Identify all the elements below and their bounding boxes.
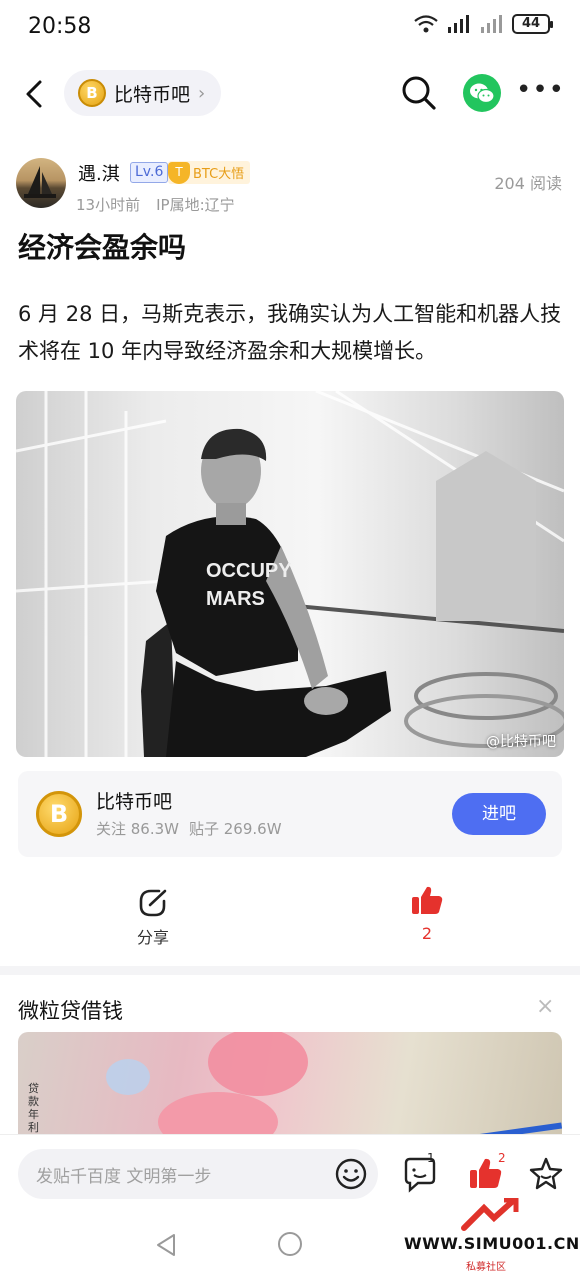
wifi-icon <box>414 15 438 33</box>
forum-card-name: 比特币吧 <box>96 791 173 813</box>
top-nav: B 比特币吧 › ••• <box>0 66 580 122</box>
forum-card-stats: 关注 86.3W 贴子 269.6W <box>96 818 282 839</box>
site-logo-icon <box>461 1198 519 1231</box>
shirt-text-bottom: MARS <box>206 588 265 610</box>
chevron-right-icon: › <box>198 82 206 104</box>
forum-link[interactable]: B 比特币吧 › <box>64 70 222 116</box>
posts-count: 贴子 269.6W <box>189 820 282 838</box>
like-badge: 2 <box>498 1151 506 1165</box>
image-watermark: @比特币吧 <box>486 734 556 750</box>
ad-vertical-text: 贷款年利 <box>28 1082 39 1134</box>
bitcoin-icon: B <box>36 791 82 837</box>
title-badge: T BTC大悟 <box>168 161 251 184</box>
post-title: 经济会盈余吗 <box>18 231 187 264</box>
like-button[interactable]: 2 <box>402 884 452 943</box>
thumbs-up-icon <box>412 886 443 914</box>
comment-placeholder: 发贴千百度 文明第一步 <box>36 1167 212 1187</box>
reply-badge: 1 <box>427 1151 435 1165</box>
back-triangle-icon[interactable] <box>154 1232 178 1258</box>
comment-input[interactable]: 发贴千百度 文明第一步 <box>18 1149 378 1199</box>
share-button[interactable]: 分享 <box>128 888 178 948</box>
like-count: 2 <box>421 924 433 943</box>
title-badge-label: BTC大悟 <box>193 167 245 182</box>
post-time: 13小时前 <box>76 196 141 214</box>
status-bar: 20:58 44 <box>0 0 580 58</box>
signal-icon <box>448 15 469 33</box>
badge-shield-icon: T <box>168 161 190 184</box>
factory-scene-graphic: OCCUPY MARS <box>16 391 564 757</box>
post-image[interactable]: OCCUPY MARS @比特币吧 <box>16 391 564 757</box>
enter-forum-button[interactable]: 进吧 <box>452 793 546 835</box>
ip-location: IP属地:辽宁 <box>156 196 235 214</box>
ad-close-icon[interactable]: × <box>536 994 554 1019</box>
sailboat-avatar-image <box>24 166 56 198</box>
forum-card[interactable]: B 比特币吧 关注 86.3W 贴子 269.6W 进吧 <box>18 771 562 857</box>
signal-2-icon <box>481 15 502 33</box>
ad-graphic <box>106 1032 562 1142</box>
bitcoin-icon: B <box>78 79 106 107</box>
site-watermark-subtitle: 私募社区 <box>466 1262 506 1273</box>
ad-image[interactable]: 贷款年利 <box>18 1032 562 1142</box>
emoji-icon[interactable] <box>334 1157 368 1191</box>
shirt-text-top: OCCUPY <box>206 560 292 582</box>
back-arrow-icon[interactable] <box>20 76 50 112</box>
level-badge: Lv.6 <box>130 162 169 183</box>
site-watermark: WWW.SIMU001.CN <box>404 1234 580 1253</box>
followers-count: 关注 86.3W <box>96 820 179 838</box>
ad-title[interactable]: 微粒贷借钱 <box>18 995 123 1025</box>
wechat-icon <box>470 83 495 104</box>
battery-icon: 44 <box>512 14 553 34</box>
section-divider <box>0 966 580 975</box>
author-name[interactable]: 遇.淇 <box>78 160 120 186</box>
wechat-share-button[interactable] <box>463 74 501 112</box>
share-icon <box>139 889 167 917</box>
share-label: 分享 <box>136 928 169 947</box>
system-indicators: 44 <box>413 14 553 34</box>
post-body: 6 月 28 日，马斯克表示，我确实认为人工智能和机器人技术将在 10 年内导致… <box>18 302 562 363</box>
star-favorite-icon[interactable] <box>528 1155 564 1193</box>
status-time: 20:58 <box>28 14 92 39</box>
post-meta: 13小时前 IP属地:辽宁 <box>76 194 235 215</box>
search-icon[interactable] <box>400 74 438 112</box>
home-circle-icon[interactable] <box>278 1232 302 1256</box>
read-count: 204 阅读 <box>494 174 562 193</box>
forum-name: 比特币吧 <box>114 83 191 106</box>
author-avatar[interactable] <box>16 158 66 208</box>
more-options-icon[interactable]: ••• <box>516 77 564 108</box>
system-navigation: WWW.SIMU001.CN 私募社区 <box>0 1198 580 1275</box>
